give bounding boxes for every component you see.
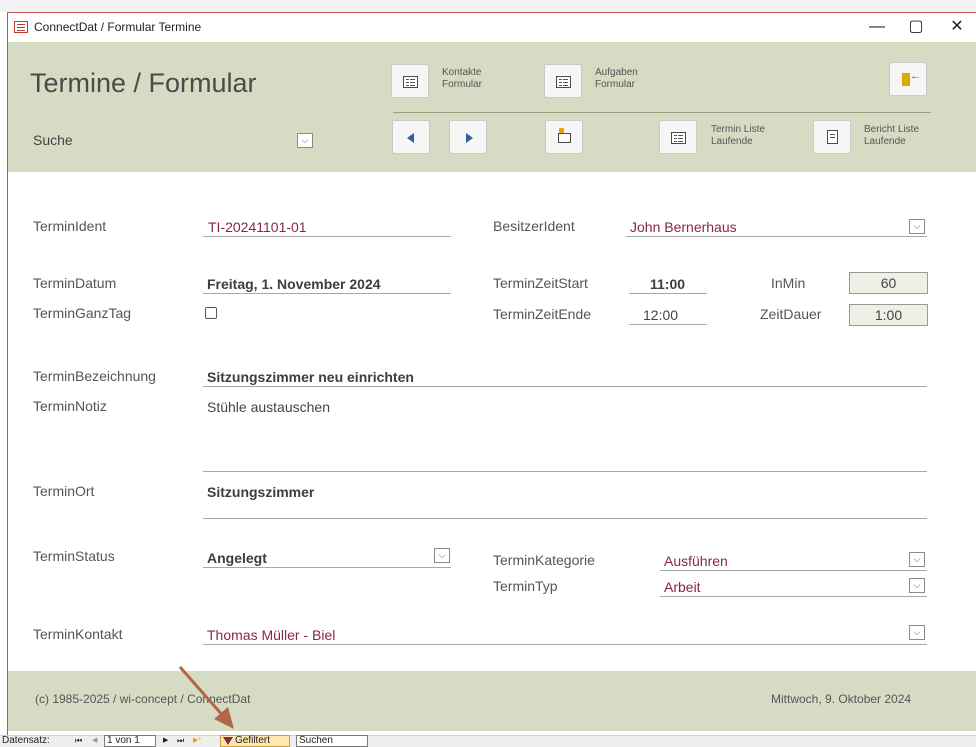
termin-typ-label: TerminTyp bbox=[493, 578, 558, 594]
typ-dropdown-button[interactable]: ⌵ bbox=[909, 578, 925, 593]
footer-date: Mittwoch, 9. Oktober 2024 bbox=[771, 692, 912, 706]
caption-line: Bericht Liste bbox=[864, 124, 920, 135]
prev-record-nav-button[interactable]: ◀ bbox=[92, 735, 97, 747]
status-dropdown-button[interactable]: ⌵ bbox=[434, 548, 450, 563]
termin-typ-combobox[interactable]: Arbeit bbox=[664, 579, 701, 595]
exit-door-icon bbox=[902, 70, 921, 86]
next-record-nav-button[interactable]: ▶ bbox=[163, 735, 168, 747]
field-underline bbox=[629, 324, 707, 325]
new-record-nav-button[interactable]: ▶* bbox=[193, 735, 201, 747]
termin-bezeichnung-field[interactable]: Sitzungszimmer neu einrichten bbox=[207, 369, 414, 385]
new-record-icon bbox=[558, 128, 571, 143]
record-label: Datensatz: bbox=[2, 735, 50, 746]
field-underline bbox=[203, 386, 927, 387]
header-divider bbox=[393, 112, 931, 113]
next-record-button[interactable] bbox=[449, 120, 487, 154]
filter-status-text: Gefiltert bbox=[235, 735, 271, 746]
first-record-button[interactable]: ⏮ bbox=[75, 735, 82, 747]
arrow-left-icon bbox=[407, 133, 414, 143]
termin-kategorie-combobox[interactable]: Ausführen bbox=[664, 553, 728, 569]
termin-liste-button[interactable] bbox=[659, 120, 697, 154]
window-title: ConnectDat / Formular Termine bbox=[34, 20, 202, 34]
report-icon bbox=[827, 130, 838, 144]
field-underline bbox=[203, 518, 927, 519]
record-position-field[interactable]: 1 von 1 bbox=[104, 735, 156, 747]
field-underline bbox=[203, 567, 451, 568]
search-label: Suche bbox=[33, 132, 73, 148]
caption-line: Formular bbox=[595, 79, 636, 90]
termin-bezeichnung-label: TerminBezeichnung bbox=[33, 368, 156, 384]
termin-ganztag-checkbox[interactable] bbox=[205, 307, 217, 319]
aufgaben-formular-caption: Aufgaben Formular bbox=[595, 67, 638, 91]
close-button[interactable]: ✕ bbox=[937, 14, 976, 40]
app-window: ConnectDat / Formular Termine — ▢ ✕ Term… bbox=[0, 0, 976, 747]
form-icon bbox=[14, 21, 28, 33]
new-record-button[interactable] bbox=[545, 120, 583, 154]
termin-liste-caption: Termin Liste Laufende bbox=[711, 124, 765, 148]
termin-ort-field[interactable]: Sitzungszimmer bbox=[207, 484, 314, 500]
field-underline bbox=[203, 293, 451, 294]
in-min-label: InMin bbox=[771, 275, 806, 291]
caption-line: Laufende bbox=[864, 136, 906, 147]
previous-record-button[interactable] bbox=[392, 120, 430, 154]
field-underline bbox=[203, 644, 927, 645]
besitzer-ident-combobox[interactable]: John Bernerhaus bbox=[630, 219, 737, 235]
caption-line: Laufende bbox=[711, 136, 753, 147]
field-underline bbox=[660, 596, 927, 597]
termin-notiz-label: TerminNotiz bbox=[33, 398, 107, 414]
last-record-button[interactable]: ⏭ bbox=[177, 735, 184, 747]
besitzer-ident-label: BesitzerIdent bbox=[493, 218, 575, 234]
termin-notiz-field[interactable]: Stühle austauschen bbox=[207, 399, 330, 415]
caption-line: Kontakte bbox=[442, 67, 482, 78]
termin-status-label: TerminStatus bbox=[33, 548, 115, 564]
minimize-button[interactable]: — bbox=[857, 14, 897, 40]
filter-funnel-icon bbox=[223, 737, 233, 745]
termin-zeit-ende-label: TerminZeitEnde bbox=[493, 306, 592, 322]
termin-zeit-start-field[interactable]: 11:00 bbox=[650, 276, 685, 292]
termin-zeit-start-label: TerminZeitStart bbox=[493, 275, 588, 291]
termin-ganztag-label: TerminGanzTag bbox=[33, 305, 132, 321]
field-underline bbox=[629, 293, 707, 294]
record-search-input[interactable]: Suchen bbox=[296, 735, 368, 747]
termin-kategorie-label: TerminKategorie bbox=[493, 552, 595, 568]
field-underline bbox=[203, 471, 927, 472]
termin-status-combobox[interactable]: Angelegt bbox=[207, 550, 267, 566]
termin-zeit-ende-field[interactable]: 12:00 bbox=[643, 307, 678, 323]
termin-kontakt-label: TerminKontakt bbox=[33, 626, 123, 642]
exit-button[interactable] bbox=[889, 62, 927, 96]
window-top-strip bbox=[0, 0, 976, 12]
arrow-right-icon bbox=[466, 133, 473, 143]
bericht-liste-caption: Bericht Liste Laufende bbox=[864, 124, 919, 148]
caption-line: Aufgaben bbox=[595, 67, 638, 78]
filter-toggle-button[interactable]: Gefiltert bbox=[220, 735, 290, 747]
aufgaben-formular-button[interactable] bbox=[544, 64, 582, 98]
annotation-arrow bbox=[178, 666, 234, 729]
list-icon bbox=[671, 132, 686, 144]
field-underline bbox=[626, 236, 927, 237]
bericht-liste-button[interactable] bbox=[813, 120, 851, 154]
caption-line: Termin Liste bbox=[711, 124, 765, 135]
kontakte-formular-button[interactable] bbox=[391, 64, 429, 98]
in-min-field[interactable]: 60 bbox=[849, 272, 928, 294]
termin-datum-field[interactable]: Freitag, 1. November 2024 bbox=[207, 276, 381, 292]
besitzer-dropdown-button[interactable]: ⌵ bbox=[909, 219, 925, 234]
termin-kontakt-combobox[interactable]: Thomas Müller - Biel bbox=[207, 627, 335, 643]
kategorie-dropdown-button[interactable]: ⌵ bbox=[909, 552, 925, 567]
caption-line: Formular bbox=[442, 79, 483, 90]
form-icon bbox=[403, 76, 418, 88]
zeit-dauer-field[interactable]: 1:00 bbox=[849, 304, 928, 326]
search-dropdown-button[interactable]: ⌵ bbox=[297, 133, 313, 148]
field-underline bbox=[660, 570, 927, 571]
zeit-dauer-label: ZeitDauer bbox=[760, 306, 822, 322]
termin-ident-field[interactable]: TI-20241101-01 bbox=[208, 219, 307, 235]
page-title: Termine / Formular bbox=[30, 68, 257, 98]
form-icon bbox=[556, 76, 571, 88]
termin-ident-label: TerminIdent bbox=[33, 218, 107, 234]
kontakte-formular-caption: Kontakte Formular bbox=[442, 67, 482, 91]
termin-ort-label: TerminOrt bbox=[33, 483, 95, 499]
maximize-button[interactable]: ▢ bbox=[896, 14, 936, 40]
field-underline bbox=[203, 236, 451, 237]
kontakt-dropdown-button[interactable]: ⌵ bbox=[909, 625, 925, 640]
termin-datum-label: TerminDatum bbox=[33, 275, 117, 291]
